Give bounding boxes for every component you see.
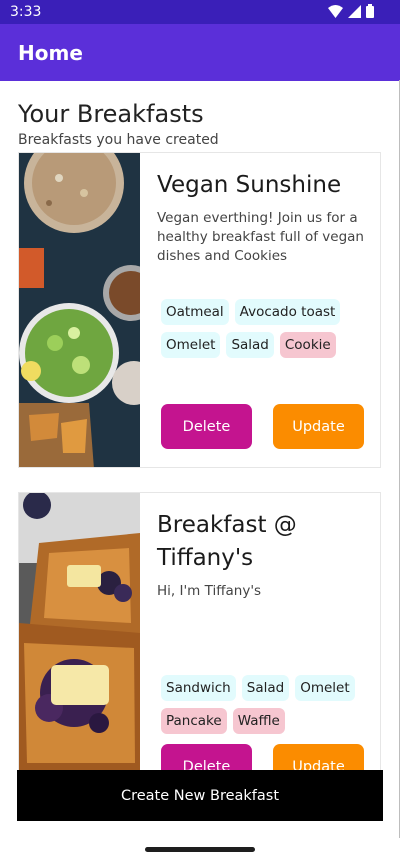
tag: Sandwich: [161, 675, 236, 701]
tag: Salad: [226, 332, 274, 358]
breakfast-photo: [19, 153, 140, 467]
tag-list: Sandwich Salad Omelet Pancake Waffle: [161, 675, 371, 734]
card-title: Breakfast @ Tiffany's: [157, 512, 297, 571]
home-gesture-handle[interactable]: [145, 847, 255, 852]
update-button[interactable]: Update: [273, 404, 364, 449]
breakfast-card[interactable]: Breakfast @ Tiffany's Hi, I'm Tiffany's …: [18, 492, 381, 789]
tag: Omelet: [161, 332, 221, 358]
battery-icon: [366, 4, 374, 18]
breakfast-photo: [19, 493, 140, 781]
tag-list: Oatmeal Avocado toast Omelet Salad Cooki…: [161, 299, 371, 358]
tag: Waffle: [232, 708, 285, 734]
app-bar-title: Home: [18, 41, 83, 65]
card-description: Vegan everthing! Join us for a healthy b…: [157, 210, 364, 264]
status-time: 3:33: [10, 4, 42, 20]
breakfast-card[interactable]: Vegan Sunshine Vegan everthing! Join us …: [18, 152, 381, 468]
create-new-breakfast-button[interactable]: Create New Breakfast: [17, 770, 383, 821]
tag: Cookie: [279, 332, 336, 358]
status-bar: 3:33: [0, 0, 400, 24]
app-bar: Home: [0, 24, 400, 81]
wifi-icon: [328, 4, 343, 18]
page-title: Your Breakfasts: [18, 100, 204, 128]
tag: Oatmeal: [161, 299, 229, 325]
status-icons: [328, 4, 374, 18]
card-description: Hi, I'm Tiffany's: [157, 583, 262, 599]
tag: Pancake: [161, 708, 227, 734]
delete-button[interactable]: Delete: [161, 404, 252, 449]
page-subtitle: Breakfasts you have created: [18, 132, 219, 148]
signal-icon: [348, 4, 361, 18]
card-title: Vegan Sunshine: [157, 172, 342, 198]
tag: Omelet: [295, 675, 355, 701]
tag: Avocado toast: [234, 299, 341, 325]
tag: Salad: [241, 675, 290, 701]
